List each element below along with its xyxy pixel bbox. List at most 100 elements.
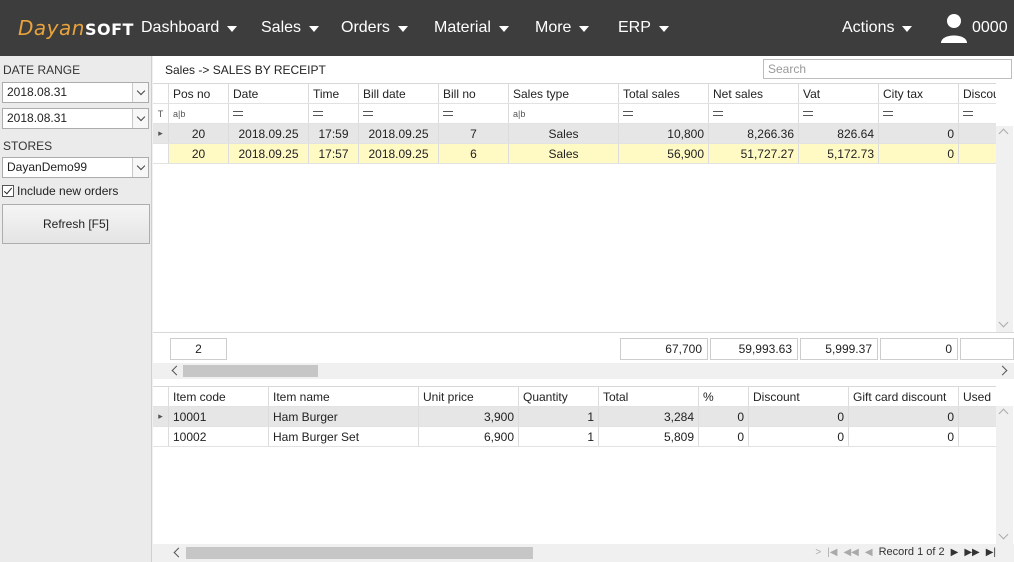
refresh-button[interactable]: Refresh [F5] <box>2 204 150 244</box>
column-header[interactable]: Used <box>959 387 996 406</box>
cell[interactable]: 2018.09.25 <box>229 124 309 143</box>
scroll-right-icon[interactable] <box>997 365 1008 376</box>
date-to-select[interactable]: 2018.08.31 <box>2 108 149 129</box>
previous-page-icon[interactable]: ◀ <box>865 547 873 558</box>
cell[interactable]: 0 <box>849 407 959 426</box>
equals-filter-icon[interactable] <box>709 104 799 123</box>
column-header[interactable]: Vat <box>799 84 879 103</box>
chevron-down-icon[interactable] <box>132 109 148 128</box>
table-row[interactable]: 20 2018.09.25 17:57 2018.09.25 6 Sales 5… <box>153 144 996 164</box>
cell[interactable]: 5,809 <box>599 427 699 446</box>
equals-filter-icon[interactable] <box>229 104 309 123</box>
column-header[interactable]: Discount <box>749 387 849 406</box>
equals-filter-icon[interactable] <box>359 104 439 123</box>
column-header[interactable]: Item name <box>269 387 419 406</box>
last-page-icon[interactable]: ▶| <box>986 547 996 558</box>
first-page-icon[interactable]: |◀ <box>827 547 837 558</box>
column-header[interactable]: Total <box>599 387 699 406</box>
scroll-left-icon[interactable] <box>171 365 182 376</box>
cell[interactable]: 6 <box>439 144 509 163</box>
equals-filter-icon[interactable] <box>619 104 709 123</box>
chevron-down-icon[interactable] <box>132 83 148 102</box>
cell[interactable]: Ham Burger Set <box>269 427 419 446</box>
include-new-orders-checkbox[interactable] <box>2 185 14 197</box>
column-header[interactable]: Total sales <box>619 84 709 103</box>
cell[interactable]: 0 <box>879 124 959 143</box>
user-menu[interactable]: 0000 <box>940 12 1008 44</box>
include-new-orders-row[interactable]: Include new orders <box>2 184 118 198</box>
nav-erp[interactable]: ERP <box>618 19 669 37</box>
scroll-down-icon[interactable] <box>998 317 1009 328</box>
cell[interactable]: 10002 <box>169 427 269 446</box>
previous-page-fast-icon[interactable]: ◀◀ <box>843 547 858 558</box>
table-row[interactable]: ▸ 10001 Ham Burger 3,900 1 3,284 0 0 0 <box>153 407 996 427</box>
actions-menu[interactable]: Actions <box>842 19 913 37</box>
cell[interactable]: 0 <box>699 407 749 426</box>
next-page-fast-icon[interactable]: ▶▶ <box>964 547 979 558</box>
column-header[interactable]: Pos no <box>169 84 229 103</box>
cell[interactable]: Sales <box>509 124 619 143</box>
nav-dashboard[interactable]: Dashboard <box>141 19 238 37</box>
column-header[interactable]: Bill no <box>439 84 509 103</box>
scroll-down-icon[interactable] <box>998 529 1009 540</box>
scroll-right-icon[interactable]: > <box>815 547 821 558</box>
nav-more[interactable]: More <box>535 19 590 37</box>
cell[interactable]: 0 <box>879 144 959 163</box>
cell[interactable] <box>959 427 996 446</box>
cell[interactable]: 1 <box>519 427 599 446</box>
cell[interactable] <box>959 124 996 143</box>
cell[interactable]: 8,266.36 <box>709 124 799 143</box>
column-header[interactable]: % <box>699 387 749 406</box>
cell[interactable]: 2018.09.25 <box>359 124 439 143</box>
receipts-horizontal-scrollbar[interactable] <box>153 363 1014 379</box>
chevron-down-icon[interactable] <box>132 158 148 177</box>
cell[interactable]: Ham Burger <box>269 407 419 426</box>
cell[interactable]: 51,727.27 <box>709 144 799 163</box>
column-header[interactable]: Bill date <box>359 84 439 103</box>
column-header[interactable]: Time <box>309 84 359 103</box>
cell[interactable]: 10001 <box>169 407 269 426</box>
cell[interactable]: 3,284 <box>599 407 699 426</box>
app-logo[interactable]: DayanSOFT <box>18 16 134 40</box>
search-input[interactable]: Search <box>763 59 1012 79</box>
column-header[interactable]: Discou <box>959 84 996 103</box>
column-header[interactable]: Gift card discount <box>849 387 959 406</box>
equals-filter-icon[interactable] <box>309 104 359 123</box>
scroll-up-icon[interactable] <box>998 408 1009 419</box>
column-header[interactable]: City tax <box>879 84 959 103</box>
table-row[interactable]: ▸ 20 2018.09.25 17:59 2018.09.25 7 Sales… <box>153 124 996 144</box>
cell[interactable]: 1 <box>519 407 599 426</box>
cell[interactable]: 7 <box>439 124 509 143</box>
column-header[interactable]: Net sales <box>709 84 799 103</box>
cell[interactable]: Sales <box>509 144 619 163</box>
cell[interactable]: 6,900 <box>419 427 519 446</box>
column-header[interactable]: Quantity <box>519 387 599 406</box>
equals-filter-icon[interactable] <box>959 104 996 123</box>
cell[interactable]: 0 <box>699 427 749 446</box>
cell[interactable]: 3,900 <box>419 407 519 426</box>
store-select[interactable]: DayanDemo99 <box>2 157 149 178</box>
cell[interactable]: 826.64 <box>799 124 879 143</box>
table-row[interactable]: 10002 Ham Burger Set 6,900 1 5,809 0 0 0 <box>153 427 996 447</box>
date-from-select[interactable]: 2018.08.31 <box>2 82 149 103</box>
receipts-vertical-scrollbar[interactable] <box>996 126 1013 332</box>
next-page-icon[interactable]: ▶ <box>951 547 959 558</box>
cell[interactable]: 5,172.73 <box>799 144 879 163</box>
nav-material[interactable]: Material <box>434 19 509 37</box>
equals-filter-icon[interactable] <box>799 104 879 123</box>
cell[interactable]: 2018.09.25 <box>229 144 309 163</box>
cell[interactable]: 0 <box>849 427 959 446</box>
text-filter-icon[interactable]: a|b <box>169 104 229 123</box>
cell[interactable]: 20 <box>169 144 229 163</box>
cell[interactable]: 17:59 <box>309 124 359 143</box>
equals-filter-icon[interactable] <box>879 104 959 123</box>
column-header[interactable]: Sales type <box>509 84 619 103</box>
cell[interactable]: 0 <box>749 427 849 446</box>
items-vertical-scrollbar[interactable] <box>996 406 1013 544</box>
cell[interactable]: 17:57 <box>309 144 359 163</box>
column-header[interactable]: Date <box>229 84 309 103</box>
scroll-thumb[interactable] <box>183 365 318 377</box>
cell[interactable]: 20 <box>169 124 229 143</box>
cell[interactable]: 56,900 <box>619 144 709 163</box>
nav-orders[interactable]: Orders <box>341 19 408 37</box>
